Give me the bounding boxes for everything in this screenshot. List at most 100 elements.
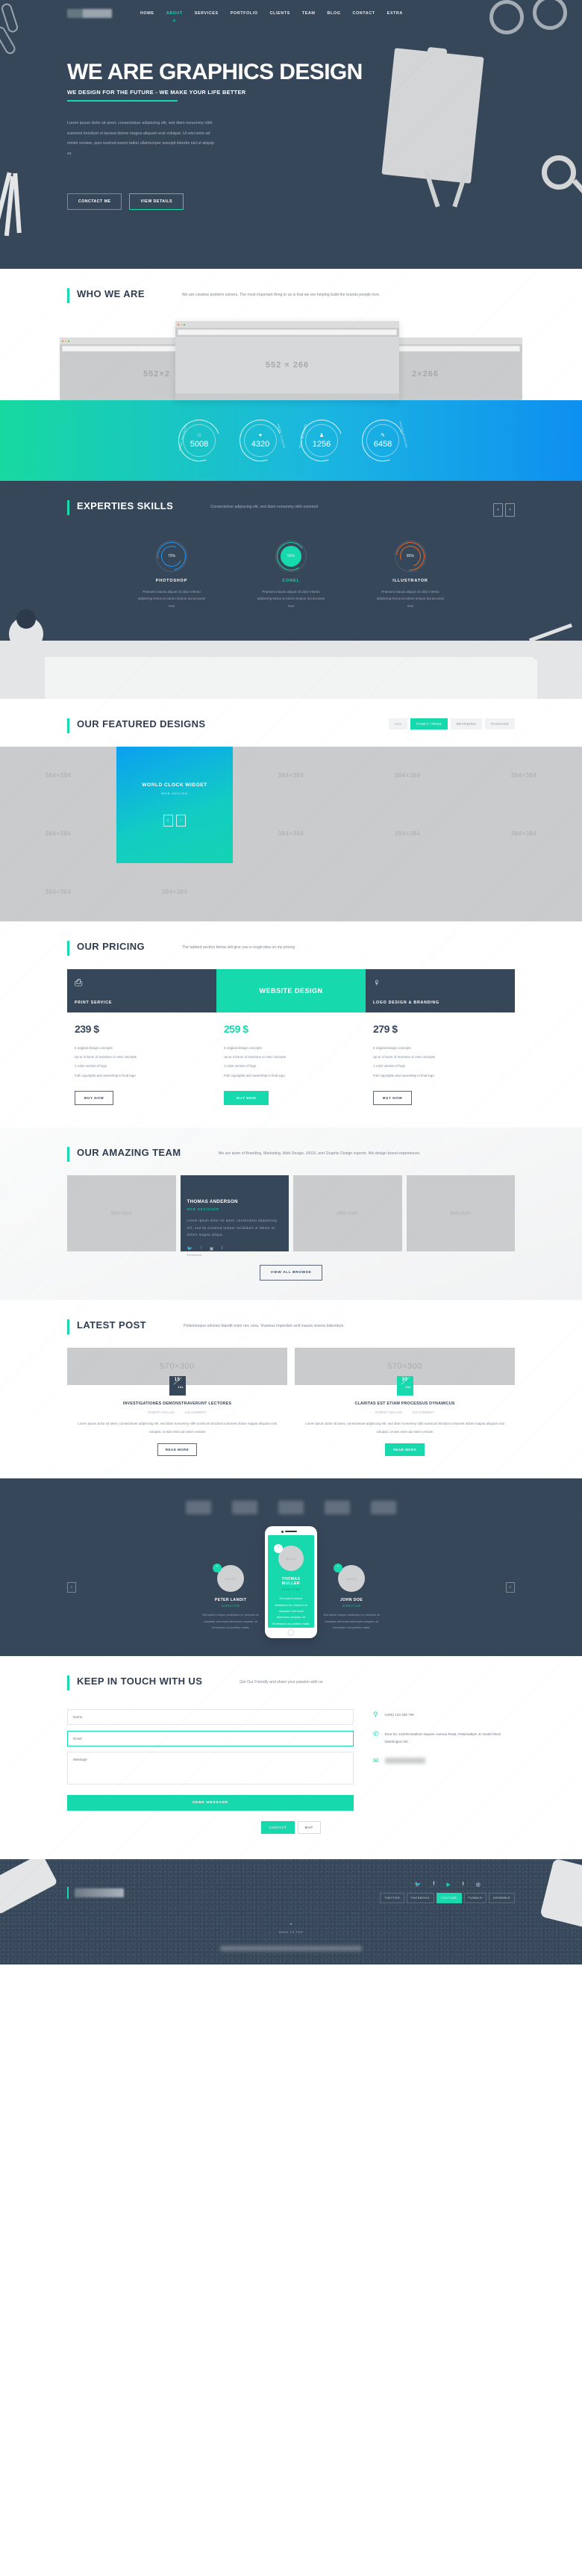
back-to-top[interactable]: ⌃ BACK TO TOP (67, 1923, 515, 1934)
dribbble-icon[interactable]: ◎ (476, 1882, 481, 1888)
portfolio-item[interactable]: 384×384 (233, 747, 349, 805)
send-message-button[interactable]: SEND MESSAGE (67, 1795, 354, 1811)
filter-branding[interactable]: BRANDING (450, 718, 483, 729)
testimonial-next-icon[interactable]: › (506, 1582, 515, 1593)
portfolio-item[interactable]: 384×384 (0, 863, 116, 921)
nav-item-contact[interactable]: CONTACT (352, 11, 375, 16)
contact-form: SEND MESSAGE (67, 1708, 354, 1811)
team-member-card[interactable]: 360×500 (406, 1175, 515, 1252)
up-arrow-icon: ⌃ (289, 1923, 293, 1929)
nav-item-team[interactable]: TEAM (302, 11, 316, 16)
tab-contact[interactable]: CONTACT (261, 1821, 295, 1835)
post-author: ROBERT WILLIAM (148, 1410, 175, 1415)
nav-item-services[interactable]: SERVICES (195, 11, 219, 16)
social-label-facebook[interactable]: FACEBOOK (406, 1893, 434, 1904)
footer-logo-wrap[interactable] (67, 1886, 124, 1899)
home-button-icon[interactable] (287, 1629, 295, 1637)
portfolio-item[interactable]: 384×384 (466, 805, 582, 863)
twitter-icon[interactable]: 🐦 (415, 1882, 422, 1888)
post-thumbnail[interactable]: 570×300 30 JUL (295, 1348, 515, 1396)
portfolio-item[interactable]: 384×384 (349, 805, 466, 863)
next-arrow-icon[interactable]: › (505, 503, 515, 517)
testimonial-left[interactable]: “ 111×111 PETER LANDIT DIRECTOR Sed aute… (196, 1564, 265, 1638)
blog-subtitle: Pellentesque ultricies blandit enim nec … (184, 1324, 344, 1329)
filter-fancy-items[interactable]: FANCY ITEMS (410, 718, 448, 729)
plan-feature: Up to 3 hours of revisions or new concep… (224, 1055, 286, 1060)
plan-name: LOGO DESIGN & BRANDING (373, 1000, 439, 1005)
nav-item-portfolio[interactable]: PORTFOLIO (231, 11, 258, 16)
message-textarea[interactable] (67, 1752, 354, 1785)
portfolio-item[interactable]: 384×384 (233, 805, 349, 863)
plan-price: 279 $ (373, 1022, 398, 1035)
search-icon[interactable]: ⌕ (163, 815, 173, 827)
post-author: ROBERT WILLIAM (375, 1410, 402, 1415)
buy-now-button[interactable]: BUY NOW (75, 1091, 114, 1106)
contact-title: KEEP IN TOUCH WITH US (77, 1676, 203, 1687)
link-arrow-icon[interactable]: › (176, 815, 186, 827)
skills-header: EXPERTIES SKILLS Consectetuer adipiscing… (67, 481, 515, 529)
tab-map[interactable]: MAP (297, 1821, 321, 1835)
nav-item-home[interactable]: HOME (140, 11, 154, 16)
testimonial-prev-icon[interactable]: ‹ (67, 1582, 76, 1593)
hero-title: WE ARE GRAPHICS DESIGN (67, 60, 363, 84)
portfolio-item-featured[interactable]: WORLD CLOCK WIDGET WEB DESIGN ⌕ › (116, 746, 233, 863)
contact-email-blurred (384, 1758, 425, 1764)
team-member-card-active[interactable]: THOMAS ANDERSON WEB DESIGNER Lorem ipsum… (180, 1175, 289, 1257)
nav-item-clients[interactable]: CLIENTS (270, 11, 290, 16)
post-month: JUL (405, 1386, 412, 1390)
youtube-icon[interactable]: ▶ (446, 1882, 450, 1888)
blog-post: 570×300 30 JUL CLARITAS EST ETIAM PROCES… (295, 1348, 515, 1457)
prev-arrow-icon[interactable]: ‹ (493, 503, 503, 517)
portfolio-item[interactable]: 384×384 (116, 863, 233, 921)
post-meta: ROBERT WILLIAM 145 COMMENT (67, 1410, 287, 1414)
blog-section: LATEST POST Pellentesque ultricies bland… (0, 1300, 582, 1479)
nav-item-blog[interactable]: BLOG (328, 11, 341, 16)
post-meta: ROBERT WILLIAM 145 COMMENT (295, 1410, 515, 1414)
portfolio-item[interactable]: 384×384 (0, 747, 116, 805)
email-input[interactable] (67, 1731, 354, 1747)
read-more-button[interactable]: READ MORE (157, 1443, 198, 1457)
view-all-browse-button[interactable]: VIEW ALL BROWSE (259, 1265, 323, 1281)
view-details-button[interactable]: VIEW DETAILS (129, 193, 184, 211)
plan-feature: Full copyrights and ownership to final l… (75, 1073, 136, 1077)
tumblr-icon[interactable]: t (463, 1882, 464, 1888)
social-label-dribbble[interactable]: DRIBBBLE (489, 1893, 515, 1904)
instagram-icon[interactable]: ▣ (210, 1246, 214, 1251)
social-label-tumblr[interactable]: TUMBLR (463, 1893, 487, 1904)
post-title[interactable]: CLARITAS EST ETIAM PROCESSUS DYNAMICUS (295, 1401, 515, 1406)
name-input[interactable] (67, 1709, 354, 1726)
team-member-card[interactable]: 360×500 (67, 1175, 176, 1252)
buy-now-button[interactable]: BUY NOW (224, 1091, 269, 1106)
plan-header: ⎙ PRINT SERVICE (67, 968, 216, 1012)
pencil-icon: ✎ (381, 432, 385, 438)
read-more-button[interactable]: READ MORE (384, 1443, 425, 1457)
nav-item-about[interactable]: ABOUT (166, 11, 183, 16)
social-label-twitter[interactable]: TWITTER (380, 1893, 404, 1904)
testimonial-name: JOHN DOE (340, 1598, 363, 1603)
site-logo[interactable] (67, 9, 112, 18)
nav-item-extra[interactable]: EXTRA (387, 11, 403, 16)
footer-logo[interactable] (75, 1888, 124, 1897)
post-comments: 145 COMMENT (184, 1410, 207, 1415)
contact-me-button[interactable]: CONCTACT ME (67, 193, 122, 211)
pricing-section: OUR PRICING The tabbed section below wil… (0, 921, 582, 1128)
team-member-card[interactable]: 360×500 (293, 1175, 402, 1252)
testimonial-active: “ 111×111 THOMAS MULLER DIRECTOR Sed aut… (268, 1535, 314, 1628)
twitter-icon[interactable]: 🐦 (187, 1246, 193, 1251)
portfolio-item[interactable]: 384×384 (0, 805, 116, 863)
filter-package[interactable]: PACKAGE (485, 718, 515, 729)
post-title[interactable]: INVESTIGATIONES DEMONSTRAVERUNT LECTORES (67, 1401, 287, 1406)
facebook-icon[interactable]: f (433, 1882, 434, 1888)
portfolio-item[interactable]: 384×384 (466, 747, 582, 805)
team-title: OUR AMAZING TEAM (77, 1147, 181, 1159)
counter-value: 5008 (190, 439, 209, 449)
filter-all[interactable]: ALL (389, 718, 408, 729)
tumblr-icon[interactable]: t (222, 1246, 223, 1251)
buy-now-button[interactable]: BUY NOW (373, 1091, 413, 1106)
social-label-youtube[interactable]: YOUTUBE (436, 1893, 462, 1904)
testimonial-right[interactable]: “ 111×111 JOHN DOE DIRECTOR Sed autem te… (317, 1564, 386, 1638)
facebook-icon[interactable]: f (200, 1246, 201, 1251)
post-month: JUL (178, 1386, 184, 1390)
portfolio-item[interactable]: 384×384 (349, 747, 466, 805)
post-thumbnail[interactable]: 570×300 15 JUL (67, 1348, 287, 1396)
